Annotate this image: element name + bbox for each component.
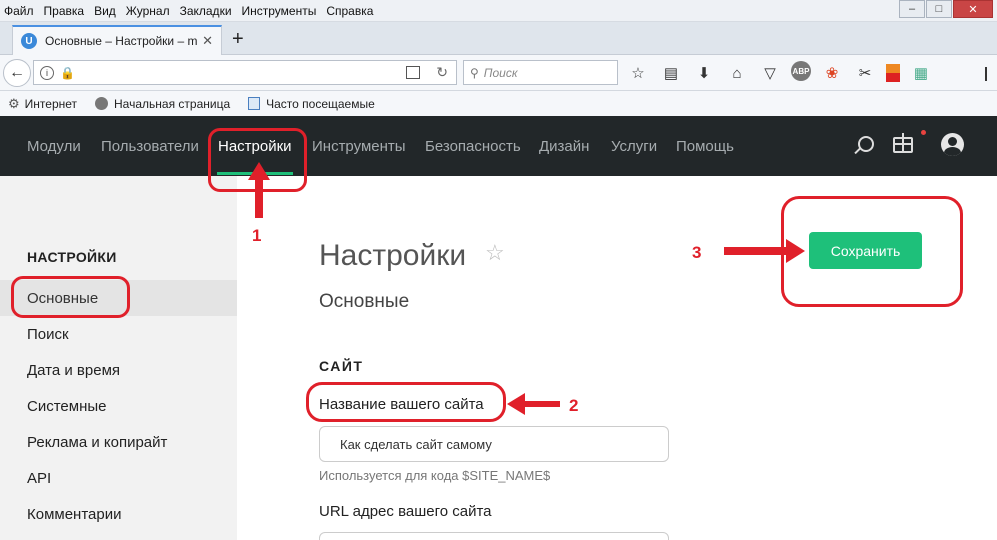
annotation-number-2: 2 — [569, 396, 579, 415]
active-nav-underline — [217, 172, 293, 175]
sidebar-item-search[interactable]: Поиск — [0, 316, 237, 352]
sidebar-heading: НАСТРОЙКИ — [27, 249, 117, 265]
menu-help[interactable]: Справка — [322, 4, 379, 18]
sidebar-item-ads[interactable]: Реклама и копирайт — [0, 424, 237, 460]
page-icon — [248, 97, 261, 110]
reload-icon[interactable]: ↻ — [436, 64, 448, 81]
globe-icon — [95, 97, 109, 110]
window-controls: – □ ✕ — [898, 0, 993, 18]
home-icon[interactable]: ⌂ — [725, 61, 749, 85]
nav-security[interactable]: Безопасность — [425, 138, 521, 155]
menu-edit[interactable]: Правка — [40, 4, 91, 18]
new-tab-icon[interactable]: + — [232, 28, 244, 51]
search-icon[interactable] — [858, 136, 874, 152]
site-name-input[interactable] — [319, 426, 669, 462]
annotation-number-3: 3 — [692, 243, 702, 262]
save-button[interactable]: Сохранить — [809, 232, 922, 269]
sidebar-item-api[interactable]: API — [0, 460, 237, 496]
screenshot-root: Файл Правка Вид Журнал Закладки Инструме… — [0, 0, 997, 540]
minimize-icon[interactable]: – — [899, 0, 925, 18]
menu-bookmarks[interactable]: Закладки — [176, 4, 238, 18]
settings-sidebar: НАСТРОЙКИ Основные Поиск Дата и время Си… — [0, 176, 237, 540]
gift-icon[interactable] — [893, 133, 913, 153]
menu-history[interactable]: Журнал — [122, 4, 176, 18]
user-avatar-icon[interactable] — [941, 133, 964, 156]
reading-list-icon[interactable]: ▤ — [659, 61, 683, 85]
menu-tools[interactable]: Инструменты — [238, 4, 323, 18]
bookmark-internet[interactable]: ⚙ Интернет — [8, 96, 77, 112]
bookmarks-bar: ⚙ Интернет Начальная страница Часто посе… — [0, 91, 997, 116]
pocket-icon[interactable]: ▽ — [758, 61, 782, 85]
arrow-right-icon — [724, 239, 805, 263]
nav-services[interactable]: Услуги — [611, 138, 657, 155]
tab-strip: U Основные – Настройки – m ✕ + — [0, 22, 997, 55]
sidebar-item-general[interactable]: Основные — [0, 280, 237, 316]
maximize-icon[interactable]: □ — [926, 0, 952, 18]
insecure-lock-icon[interactable]: 🔒 — [60, 66, 75, 80]
nav-design[interactable]: Дизайн — [539, 138, 589, 155]
annotation-number-1: 1 — [252, 226, 262, 245]
menu-view[interactable]: Вид — [90, 4, 122, 18]
gear-icon: ⚙ — [8, 95, 20, 111]
sidebar-item-datetime[interactable]: Дата и время — [0, 352, 237, 388]
bookmark-label: Интернет — [24, 96, 78, 111]
back-icon[interactable]: ← — [3, 59, 31, 87]
section-heading: САЙТ — [319, 358, 364, 374]
favicon-icon: U — [21, 33, 37, 49]
site-url-label: URL адрес вашего сайта — [319, 503, 492, 520]
scissors-icon[interactable]: ✂ — [853, 61, 877, 85]
nav-settings[interactable]: Настройки — [218, 138, 292, 155]
flag-icon[interactable] — [886, 64, 900, 82]
page-title: Настройки — [319, 239, 467, 272]
search-placeholder: Поиск — [483, 65, 518, 80]
download-icon[interactable]: ⬇ — [692, 61, 716, 85]
nav-users[interactable]: Пользователи — [101, 138, 199, 155]
url-bar[interactable]: i 🔒 ↻ — [33, 60, 457, 85]
browser-toolbar-icons: ☆ ▤ ⬇ ⌂ ▽ ABP ❀ ✂ ▦ — [626, 61, 942, 85]
site-name-hint: Используется для кода $SITE_NAME$ — [319, 468, 551, 483]
reader-grid-icon[interactable] — [406, 66, 420, 79]
search-icon: ⚲ — [470, 65, 479, 80]
sidebar-item-system[interactable]: Системные — [0, 388, 237, 424]
bookmark-most-visited[interactable]: Часто посещаемые — [248, 97, 375, 111]
bookmark-home-page[interactable]: Начальная страница — [95, 97, 230, 111]
site-name-label: Название вашего сайта — [319, 396, 484, 413]
bookmark-label: Начальная страница — [114, 96, 231, 111]
colors-icon[interactable]: ❀ — [820, 61, 844, 85]
star-icon[interactable]: ☆ — [626, 61, 650, 85]
close-window-icon[interactable]: ✕ — [953, 0, 993, 18]
app-top-nav: Модули Пользователи Настройки Инструмент… — [0, 116, 997, 176]
browser-menu-bar: Файл Правка Вид Журнал Закладки Инструме… — [0, 0, 997, 22]
site-url-input[interactable] — [319, 532, 669, 540]
grid-app-icon[interactable]: ▦ — [909, 61, 933, 85]
bookmark-label: Часто посещаемые — [266, 96, 375, 111]
abp-icon[interactable]: ABP — [791, 61, 811, 81]
browser-tab[interactable]: U Основные – Настройки – m ✕ — [12, 25, 222, 55]
menu-file[interactable]: Файл — [0, 4, 40, 18]
nav-modules[interactable]: Модули — [27, 138, 81, 155]
nav-help[interactable]: Помощь — [676, 138, 734, 155]
sidebar-item-comments[interactable]: Комментарии — [0, 496, 237, 532]
nav-tools[interactable]: Инструменты — [312, 138, 406, 155]
browser-nav-bar: ← i 🔒 ↻ ⚲ Поиск ☆ ▤ ⬇ ⌂ ▽ ABP ❀ ✂ ▦ — [0, 55, 997, 91]
favorite-star-icon[interactable]: ☆ — [485, 240, 505, 266]
page-subtitle: Основные — [319, 291, 410, 312]
tab-title: Основные – Настройки – m — [45, 34, 198, 48]
menu-overflow-icon[interactable] — [985, 67, 993, 81]
arrow-left-icon — [507, 393, 560, 415]
notification-dot-icon — [921, 130, 926, 135]
tab-close-icon[interactable]: ✕ — [202, 33, 213, 49]
browser-search-input[interactable]: ⚲ Поиск — [463, 60, 618, 85]
info-icon[interactable]: i — [40, 65, 54, 80]
